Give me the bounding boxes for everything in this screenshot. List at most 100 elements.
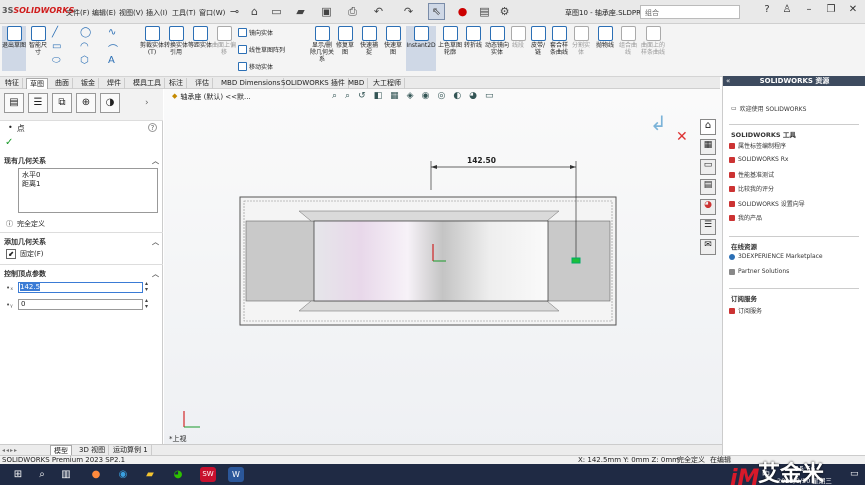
- options-gear-icon[interactable]: ⚙: [496, 3, 513, 20]
- online-link-marketplace[interactable]: 3DEXPERIENCE Marketplace: [729, 253, 823, 260]
- home-tab-icon[interactable]: ⌂: [700, 119, 716, 135]
- y-spinner[interactable]: ▴ ▾: [145, 298, 148, 310]
- tab-surfaces[interactable]: 曲面: [52, 78, 73, 89]
- relation-item[interactable]: 距离1: [22, 180, 154, 189]
- rectangle-icon[interactable]: ▭: [52, 41, 61, 52]
- arc-icon[interactable]: ◠: [80, 41, 89, 52]
- x-coordinate-input[interactable]: 142.5: [18, 282, 143, 293]
- rebuild-icon[interactable]: ↷: [400, 3, 417, 20]
- edge-icon[interactable]: ◉: [115, 467, 131, 482]
- ime-indicator[interactable]: 中: [762, 469, 770, 480]
- tab-scroll-icons[interactable]: ◂◂▸▸: [2, 447, 18, 454]
- menu-insert[interactable]: 插入(I): [146, 8, 168, 18]
- fillet-icon[interactable]: ⌒: [108, 41, 118, 56]
- chevron-right-icon[interactable]: ›: [145, 98, 149, 108]
- tab-mbd[interactable]: MBD: [345, 78, 369, 89]
- exit-sketch-button[interactable]: 退出草图: [2, 26, 26, 71]
- tool-link-settings-wizard[interactable]: SOLIDWORKS 设置向导: [729, 199, 805, 208]
- pane-chevron-icon[interactable]: «: [726, 77, 730, 85]
- user-icon[interactable]: ♙: [778, 4, 796, 18]
- offset-on-surface-button[interactable]: 曲面上偏移: [212, 26, 236, 56]
- dimension-value[interactable]: 142.50: [467, 156, 496, 165]
- circle-icon[interactable]: ◯: [80, 27, 91, 38]
- tab-engineer[interactable]: 大工程师: [370, 78, 405, 89]
- traffic-light-icon[interactable]: ●: [454, 3, 471, 20]
- repair-sketch-button[interactable]: 修复草图: [334, 26, 356, 56]
- solidworks-forum-tab-icon[interactable]: ✉: [700, 239, 716, 255]
- wechat-icon[interactable]: ◕: [170, 467, 186, 482]
- menu-view[interactable]: 视图(V): [119, 8, 143, 18]
- pin-icon[interactable]: ⊸: [226, 3, 243, 20]
- home-icon[interactable]: ⌂: [246, 3, 263, 20]
- custom-properties-tab-icon[interactable]: ☰: [700, 219, 716, 235]
- word-icon[interactable]: W: [228, 467, 244, 482]
- parameters-header[interactable]: 控制顶点参数 ︿: [4, 269, 159, 279]
- tab-weldments[interactable]: 焊件: [104, 78, 125, 89]
- clock-time[interactable]: 15:56: [795, 465, 815, 473]
- clock-date[interactable]: 2023/8/30 星期三: [777, 475, 832, 485]
- belt-chain-button[interactable]: 皮带/链: [528, 26, 548, 56]
- composite-curve-button[interactable]: 组合曲线: [617, 26, 639, 56]
- task-view-icon[interactable]: ▥: [58, 467, 74, 482]
- tool-link-property-tab-builder[interactable]: 属性标签编制程序: [729, 141, 786, 150]
- search-input[interactable]: 组合: [640, 5, 740, 19]
- windows-start-icon[interactable]: ⊞: [10, 467, 26, 482]
- print-icon[interactable]: ⎙: [344, 3, 361, 20]
- menu-edit[interactable]: 编辑(E): [92, 8, 116, 18]
- offset-entities-button[interactable]: 等距实体: [188, 26, 212, 49]
- quick-snaps-button[interactable]: 快速捕捉: [358, 26, 380, 56]
- graphics-area[interactable]: ◆ 轴承座 (默认) <<默... ⌕ ⌕ ↺ ◧ ▦ ◈ ◉ ◎ ◐ ◕ ▭ ↲…: [164, 89, 722, 455]
- tab-sketch[interactable]: 草图: [26, 78, 48, 89]
- x-spinner[interactable]: ▴ ▾: [145, 281, 148, 293]
- library-tab-icon[interactable]: ▦: [700, 139, 716, 155]
- rapid-sketch-button[interactable]: 快速草图: [382, 26, 404, 56]
- tool-link-compare-score[interactable]: 比较我的评分: [729, 184, 774, 193]
- tab-mbd-dimensions[interactable]: MBD Dimensions: [218, 78, 285, 89]
- display-manager-icon[interactable]: ◑: [100, 93, 120, 113]
- existing-relations-header[interactable]: 现有几何关系 ︿: [4, 156, 159, 166]
- menu-file[interactable]: 文件(F): [66, 8, 90, 18]
- file-explorer-tab-icon[interactable]: ▭: [700, 159, 716, 175]
- spline-on-surface-button[interactable]: 曲面上的样条曲线: [640, 26, 666, 56]
- tab-solidworks-addins[interactable]: SOLIDWORKS 插件: [278, 78, 349, 89]
- view-palette-tab-icon[interactable]: ▤: [700, 179, 716, 195]
- linear-pattern-button[interactable]: 线性草图阵列: [238, 44, 308, 55]
- solidworks-taskbar-icon[interactable]: SW: [200, 467, 216, 482]
- help-icon[interactable]: ?: [758, 4, 776, 18]
- dimxpert-icon[interactable]: ⊕: [76, 93, 96, 113]
- shaded-contours-button[interactable]: 上色草图轮廓: [438, 26, 462, 56]
- online-link-partner[interactable]: Partner Solutions: [729, 268, 789, 275]
- file-explorer-icon[interactable]: ▰: [142, 467, 158, 482]
- menu-window[interactable]: 窗口(W): [199, 8, 225, 18]
- welcome-link[interactable]: ▭ 欢迎使用 SOLIDWORKS: [731, 104, 806, 113]
- trim-entities-button[interactable]: 剪裁实体(T): [140, 26, 164, 56]
- tab-annotation[interactable]: 标注: [166, 78, 187, 89]
- split-entities-button[interactable]: 分割实体: [570, 26, 592, 56]
- tab-mold-tools[interactable]: 模具工具: [130, 78, 165, 89]
- relation-item[interactable]: 水平0: [22, 171, 154, 180]
- tab-sheet-metal[interactable]: 钣金: [78, 78, 99, 89]
- select-cursor-icon[interactable]: ⇖: [428, 3, 445, 20]
- tool-link-rx[interactable]: SOLIDWORKS Rx: [729, 156, 788, 163]
- instant2d-button[interactable]: Instant2D: [406, 26, 436, 71]
- close-icon[interactable]: ✕: [844, 4, 862, 18]
- taskbar-search-icon[interactable]: ⌕: [34, 467, 50, 482]
- tool-link-my-products[interactable]: 我的产品: [729, 213, 762, 222]
- add-relations-header[interactable]: 添加几何关系 ︿: [4, 237, 159, 247]
- y-coordinate-input[interactable]: 0: [18, 299, 143, 310]
- firefox-icon[interactable]: ●: [88, 467, 104, 482]
- display-delete-relations-button[interactable]: 显示/删除几何关系: [310, 26, 334, 63]
- tab-features[interactable]: 特征: [2, 78, 23, 89]
- property-manager-icon[interactable]: ☰: [28, 93, 48, 113]
- ok-check-icon[interactable]: ✓: [5, 137, 13, 148]
- file-properties-icon[interactable]: ▤: [476, 3, 493, 20]
- move-entities-button[interactable]: 移动实体: [238, 61, 308, 72]
- polygon-icon[interactable]: ⬡: [80, 55, 89, 66]
- smart-dimension-button[interactable]: 智能尺寸: [27, 26, 49, 56]
- open-icon[interactable]: ▰: [292, 3, 309, 20]
- fit-spline-button[interactable]: 套合样条曲线: [548, 26, 570, 56]
- jog-line-button[interactable]: 转折线: [462, 26, 484, 49]
- spline-icon[interactable]: ∿: [108, 27, 116, 38]
- relations-list[interactable]: 水平0 距离1: [18, 168, 158, 213]
- appearances-tab-icon[interactable]: ◕: [700, 199, 716, 215]
